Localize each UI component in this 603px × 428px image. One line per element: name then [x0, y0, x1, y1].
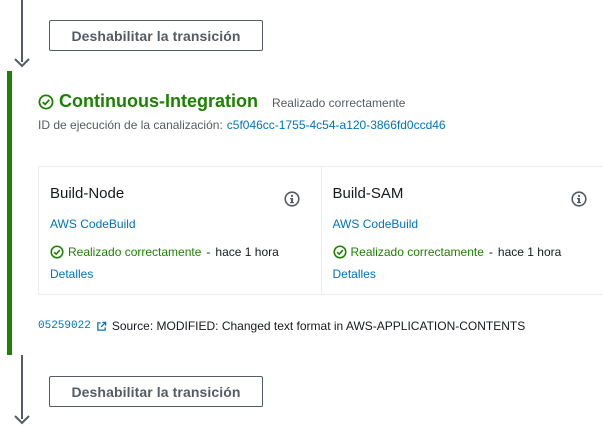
arrow-down-icon — [14, 58, 30, 68]
action-status-text: Realizado correctamente — [350, 245, 484, 259]
source-revision-row: 05259022 Source: MODIFIED: Changed text … — [38, 319, 525, 333]
disable-transition-button-top[interactable]: Deshabilitar la transición — [49, 20, 263, 51]
transition-connector-bottom — [21, 355, 23, 419]
execution-id-row: ID de ejecución de la canalización: c5f04… — [38, 118, 446, 132]
arrow-down-icon — [14, 415, 30, 425]
stage-actions: Build-Node AWS CodeBuild Realizado corre… — [38, 166, 603, 295]
stage-status: Realizado correctamente — [271, 95, 406, 110]
action-details-link[interactable]: Detalles — [50, 267, 93, 281]
stage-title: Continuous-Integration — [59, 91, 258, 111]
action-name: Build-SAM — [332, 185, 404, 202]
disable-transition-button-bottom[interactable]: Deshabilitar la transición — [49, 376, 263, 407]
action-name: Build-Node — [50, 185, 125, 202]
execution-id-label: ID de ejecución de la canalización: — [38, 118, 223, 132]
commit-id-link[interactable]: 05259022 — [38, 320, 91, 332]
action-card: Build-Node AWS CodeBuild Realizado corre… — [39, 167, 321, 294]
action-status: Realizado correctamente - hace 1 hora — [50, 245, 279, 259]
action-provider-link[interactable]: AWS CodeBuild — [50, 217, 136, 231]
action-card: Build-SAM AWS CodeBuild Realizado correc… — [320, 167, 603, 294]
external-link-icon[interactable] — [96, 321, 107, 332]
action-details-link[interactable]: Detalles — [333, 267, 376, 281]
status-separator: - — [488, 245, 493, 259]
check-circle-icon — [50, 245, 64, 259]
stage-continuous-integration: Continuous-Integration Realizado correct… — [7, 71, 603, 355]
status-separator: - — [206, 245, 211, 259]
source-summary: Source: MODIFIED: Changed text format in… — [111, 319, 526, 333]
action-status: Realizado correctamente - hace 1 hora — [332, 245, 562, 259]
info-icon[interactable] — [571, 191, 587, 207]
transition-connector-top — [21, 0, 23, 62]
stage-header: Continuous-Integration Realizado correct… — [38, 91, 405, 112]
pipeline-view: Deshabilitar la transición Continuous-In… — [0, 0, 603, 428]
action-time: hace 1 hora — [215, 245, 279, 259]
info-icon[interactable] — [283, 191, 300, 207]
action-status-text: Realizado correctamente — [68, 245, 202, 259]
check-circle-icon — [38, 94, 54, 109]
execution-id-link[interactable]: c5f046cc-1755-4c54-a120-3866fd0ccd46 — [227, 118, 446, 132]
check-circle-icon — [332, 245, 347, 259]
action-provider-link[interactable]: AWS CodeBuild — [333, 217, 419, 231]
action-time: hace 1 hora — [497, 245, 562, 259]
